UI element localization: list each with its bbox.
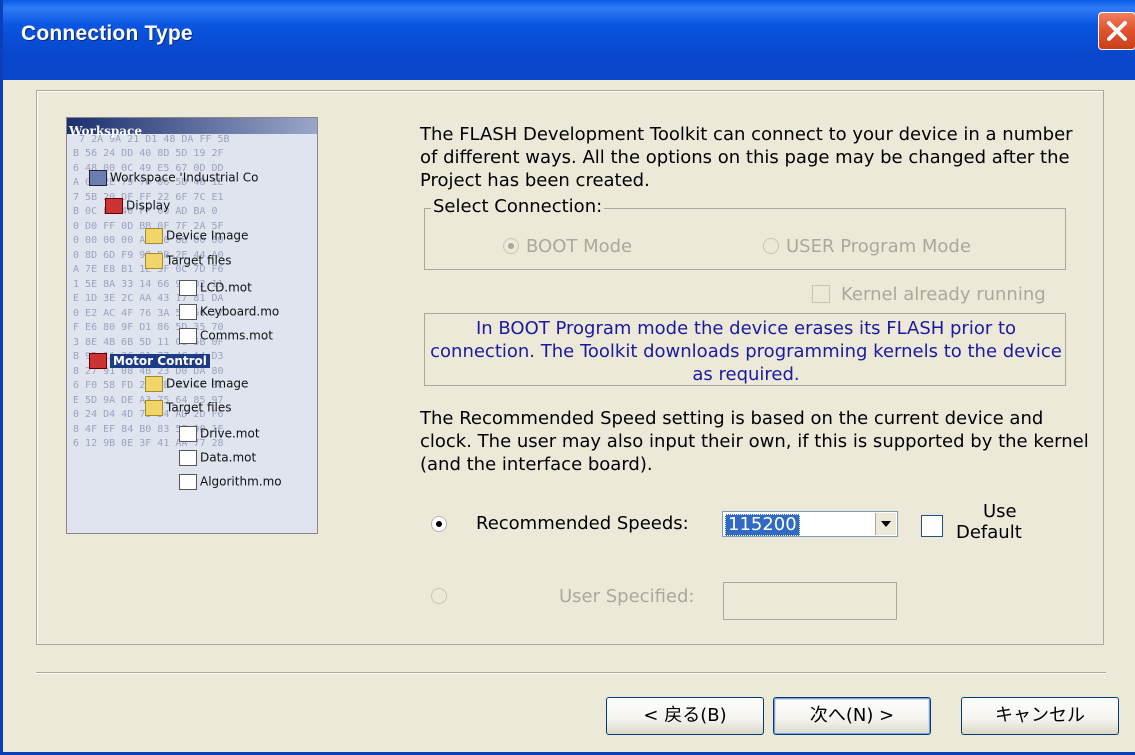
tree-lcd: LCD.mot [179, 280, 252, 296]
user-specified-label: User Specified: [559, 586, 695, 607]
tree-drive: Drive.mot [179, 426, 260, 442]
file-icon [179, 328, 197, 344]
tree-display: Display [105, 198, 170, 214]
dialog-window: Connection Type 8 00 C0 4B B3 6D 9B C7 5… [0, 0, 1135, 755]
dialog-client-area: 8 00 C0 4B B3 6D 9B C7 59 7 2A 9A 21 D1 … [6, 80, 1135, 752]
boot-mode-radio[interactable] [503, 238, 519, 254]
user-program-mode-radio[interactable] [763, 238, 779, 254]
intro-text: The FLASH Development Toolkit can connec… [420, 124, 1073, 191]
select-connection-label: Select Connection: [431, 196, 605, 217]
file-icon [179, 280, 197, 296]
tree-comms: Comms.mot [179, 328, 273, 344]
folder-icon [145, 400, 163, 416]
cancel-button[interactable]: キャンセル [961, 697, 1119, 735]
chevron-down-icon[interactable] [875, 513, 896, 535]
tree-device-image-1: Device Image [145, 228, 248, 244]
close-button[interactable] [1098, 12, 1135, 50]
next-button[interactable]: 次へ(N) > [773, 697, 931, 735]
recommended-speeds-select[interactable]: 115200 [722, 511, 898, 537]
recommended-speeds-value: 115200 [725, 514, 800, 536]
tree-target-files-2: Target files [145, 400, 231, 416]
tree-keyboard: Keyboard.mo [179, 304, 279, 320]
folder-icon [145, 228, 163, 244]
user-program-mode-label: USER Program Mode [786, 236, 971, 257]
footer-separator [36, 672, 1106, 674]
use-default-label: Use Default [956, 501, 1022, 543]
tree-workspace: Workspace 'Industrial Co [89, 170, 259, 186]
tree-device-image-2: Device Image [145, 376, 248, 392]
folder-icon [145, 253, 163, 269]
project-icon [105, 198, 123, 214]
boot-mode-info-text: In BOOT Program mode the device erases i… [430, 318, 1062, 385]
tree-data: Data.mot [179, 450, 256, 466]
use-default-checkbox[interactable] [921, 515, 943, 537]
use-default-label-line-1: Use [983, 501, 1017, 522]
tree-motor-control: Motor Control [89, 353, 210, 369]
tree-algorithm: Algorithm.mo [179, 474, 282, 490]
user-specified-input[interactable] [723, 582, 897, 620]
file-icon [179, 450, 197, 466]
recommended-speeds-label: Recommended Speeds: [476, 513, 689, 534]
use-default-label-line-2: Default [956, 522, 1022, 543]
kernel-running-label: Kernel already running [841, 284, 1046, 305]
file-icon [179, 426, 197, 442]
window-title: Connection Type [21, 22, 193, 45]
file-icon [179, 304, 197, 320]
boot-mode-label: BOOT Mode [526, 236, 633, 257]
file-icon [179, 474, 197, 490]
recommended-speeds-radio[interactable] [431, 516, 447, 532]
workspace-icon [89, 170, 107, 186]
user-specified-radio[interactable] [431, 588, 447, 604]
workspace-illustration: 8 00 C0 4B B3 6D 9B C7 59 7 2A 9A 21 D1 … [66, 117, 318, 534]
close-icon [1107, 21, 1127, 41]
folder-icon [145, 376, 163, 392]
project-icon [89, 353, 107, 369]
back-button[interactable]: < 戻る(B) [606, 697, 764, 735]
kernel-running-checkbox[interactable] [812, 285, 830, 303]
title-bar[interactable]: Connection Type [3, 0, 1135, 80]
workspace-header-label: Workspace [69, 124, 143, 138]
tree-target-files-1: Target files [145, 253, 231, 269]
speed-note-text: The Recommended Speed setting is based o… [420, 408, 1089, 475]
